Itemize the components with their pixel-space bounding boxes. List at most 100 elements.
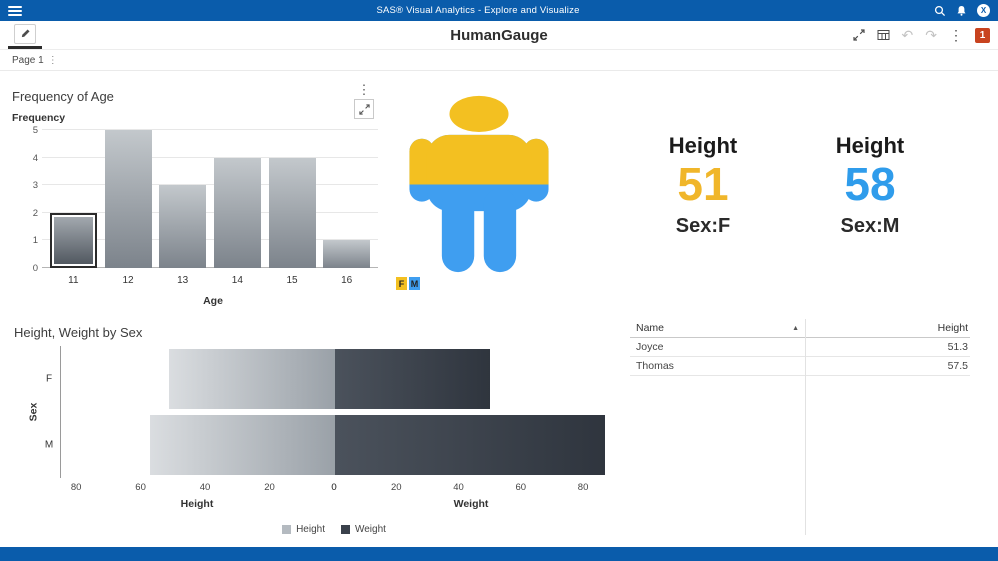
bf-left-half (61, 412, 335, 478)
bf-height-bar-M[interactable] (149, 415, 335, 475)
page-tab-bar: Page 1 ⋮ (0, 50, 998, 71)
bf-weight-bar-M[interactable] (334, 415, 605, 475)
menu-icon[interactable] (8, 5, 22, 16)
bf-rows: FM (45, 346, 609, 478)
table-column-divider (805, 319, 806, 535)
freq-bar-slot (101, 130, 156, 268)
freq-bar-age-15[interactable] (268, 157, 316, 268)
legend-swatch (282, 525, 292, 534)
figure-head (449, 95, 509, 133)
bf-row-F: F (46, 346, 608, 412)
kpi-title: Height (668, 133, 738, 158)
freq-bar-age-12[interactable] (104, 130, 152, 268)
maximize-icon[interactable] (852, 29, 865, 41)
kpi-value: 51 (677, 158, 729, 210)
kpi-title: Height (835, 133, 905, 158)
table-body: Joyce 51.3 Thomas 57.5 (630, 338, 970, 376)
butterfly-chart-panel: Height, Weight by Sex Sex FM 80 60 40 20 0 0 2… (14, 325, 639, 535)
freq-xtick-label: 11 (68, 275, 79, 286)
gauge-legend-f: F (396, 277, 407, 290)
edit-mode-tab (8, 21, 42, 49)
notifications-bell-icon[interactable] (956, 5, 967, 17)
redo-icon[interactable]: ↷ (925, 28, 937, 42)
table-header: Name ▲ Height (630, 319, 970, 338)
height-table: Name ▲ Height Joyce 51.3 Thomas 57.5 (630, 319, 970, 535)
bf-ticks: 80 60 40 20 0 0 20 40 60 80 (60, 482, 608, 495)
frequency-chart-panel: Frequency of Age Frequency 012345 11 12 13… (12, 89, 384, 307)
freq-bar-slot (265, 130, 320, 268)
freq-ytick-label: 4 (32, 152, 38, 164)
freq-bar-slot (210, 130, 265, 268)
gauge-legend: FM (396, 277, 420, 290)
more-options-icon[interactable]: ⋮ (949, 28, 963, 42)
table-cell-height: 57.5 (947, 360, 968, 372)
legend-item-height: Height (282, 524, 325, 535)
table-cell-height: 51.3 (947, 341, 968, 353)
freq-bar-age-14[interactable] (213, 157, 261, 268)
freq-xtick-label: 13 (177, 275, 189, 286)
tab-menu-icon[interactable]: ⋮ (48, 55, 58, 66)
bf-chart-title: Height, Weight by Sex (14, 325, 143, 340)
bottom-bar (0, 547, 998, 561)
bf-body: Sex FM 80 60 40 20 0 0 20 40 60 80 Height Weight (27, 346, 609, 512)
app-title: SAS® Visual Analytics - Explore and Visu… (376, 5, 580, 16)
freq-ytick-label: 2 (32, 207, 38, 219)
bf-tick-label: 40 (453, 482, 464, 493)
undo-icon[interactable]: ↶ (902, 28, 914, 42)
freq-yaxis-title: Frequency (12, 112, 66, 124)
bf-tick-label: 80 (577, 482, 589, 493)
gauge-legend-m: M (409, 277, 420, 290)
freq-bars (42, 130, 378, 268)
kpi-value: 58 (844, 158, 896, 210)
bf-row-M: M (45, 412, 609, 478)
table-header-name[interactable]: Name ▲ (630, 319, 805, 337)
sort-ascending-icon[interactable]: ▲ (792, 325, 799, 332)
bf-left-half (61, 346, 335, 412)
freq-ytick-label: 5 (32, 125, 38, 136)
bf-yaxis-title: Sex (27, 402, 40, 422)
freq-plot: 0 1 2 3 4 5 (33, 125, 378, 274)
bf-weight-bar-F[interactable] (334, 349, 490, 409)
bf-category-label: M (44, 439, 54, 451)
freq-bar-age-16[interactable] (323, 240, 371, 268)
legend-label: Weight (354, 524, 386, 535)
table-row[interactable]: Joyce 51.3 (630, 338, 970, 357)
bf-tick-label: 20 (390, 482, 402, 493)
freq-ytick-label: 1 (32, 235, 38, 247)
chart-expand-icon[interactable] (354, 99, 374, 119)
edit-pencil-icon[interactable] (14, 23, 36, 44)
table-header-height[interactable]: Height (805, 319, 970, 337)
freq-bar-age-11[interactable] (49, 212, 97, 268)
bf-height-bar-F[interactable] (169, 349, 335, 409)
report-title: HumanGauge (450, 26, 548, 44)
search-icon[interactable] (934, 5, 946, 17)
bf-tick-label: 0 (331, 482, 337, 493)
tab-page-1[interactable]: Page 1 (12, 55, 44, 66)
human-gauge[interactable] (398, 93, 560, 279)
table-cell-name: Joyce (636, 341, 664, 353)
show-data-icon[interactable] (877, 29, 890, 41)
kpi-male[interactable]: Height 58 Sex:M (795, 133, 945, 238)
legend-label: Height (296, 524, 325, 535)
table-row[interactable]: Thomas 57.5 (630, 357, 970, 376)
bf-legend: Height Weight (60, 524, 608, 535)
freq-bar-slot (155, 130, 210, 268)
table-cell-name: Thomas (636, 360, 674, 372)
freq-bar-slot (319, 130, 374, 268)
freq-chart-title: Frequency of Age (12, 89, 114, 104)
bf-tick-label: 20 (264, 482, 275, 493)
freq-xtick-label: 14 (231, 275, 243, 286)
kpi-female[interactable]: Height 51 Sex:F (628, 133, 778, 238)
bf-tick-label: 80 (70, 482, 82, 493)
freq-ytick-label: 3 (32, 180, 38, 192)
bf-left-axis-title: Height (180, 498, 214, 510)
kpi-subtitle: Sex:M (840, 214, 900, 237)
header-name-label: Name (636, 322, 665, 334)
bf-tick-label: 60 (515, 482, 527, 493)
bf-right-half (334, 412, 609, 478)
alert-badge[interactable]: 1 (975, 27, 990, 43)
toolbar-actions: ↶ ↷ ⋮ 1 (852, 27, 990, 43)
chart-menu-icon[interactable]: ⋮ (358, 83, 371, 96)
freq-bar-age-13[interactable] (159, 185, 207, 268)
user-avatar[interactable]: X (977, 4, 990, 17)
